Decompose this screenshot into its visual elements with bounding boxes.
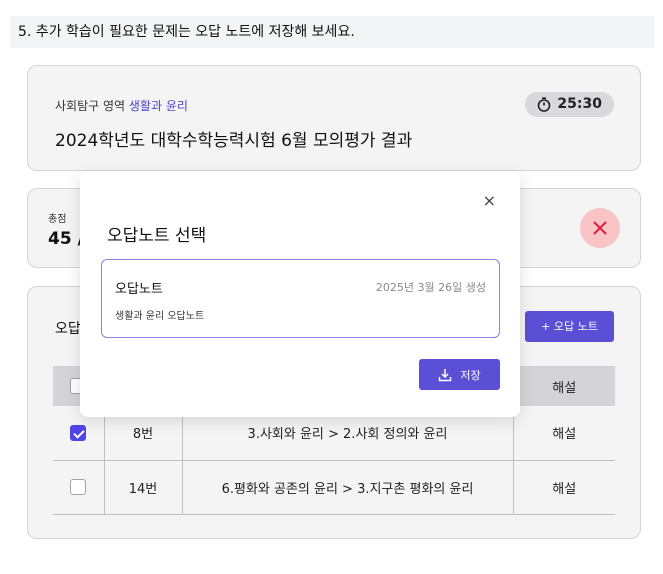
save-button[interactable]: 저장 (419, 359, 500, 390)
close-icon[interactable]: × (483, 191, 496, 210)
download-icon (439, 368, 452, 381)
subject-name: 생활과 윤리 (128, 99, 188, 113)
timer-value: 25:30 (557, 96, 602, 112)
note-select-modal: × 오답노트 선택 오답노트 2025년 3월 26일 생성 생활과 윤리 오답… (80, 171, 520, 417)
score-label: 총점 (48, 214, 67, 225)
subject-prefix: 사회탐구 영역 (55, 99, 126, 113)
timer-badge: 25:30 (525, 92, 614, 117)
row-checkbox[interactable] (70, 424, 87, 441)
x-icon (593, 221, 607, 235)
exam-title: 2024학년도 대학수학능력시험 6월 모의평가 결과 (55, 131, 413, 151)
incorrect-badge (580, 208, 620, 248)
note-created-date: 2025년 3월 26일 생성 (375, 281, 486, 294)
explanation-link[interactable]: 해설 (512, 406, 615, 461)
score-value: 45 / (48, 229, 84, 249)
table-row: 14번 6.평화와 공존의 윤리 > 3.지구촌 평화의 윤리 해설 (53, 460, 615, 515)
instruction-text: 5. 추가 학습이 필요한 문제는 오답 노트에 저장해 보세요. (10, 16, 655, 48)
modal-title: 오답노트 선택 (107, 226, 207, 246)
add-note-button[interactable]: + 오답 노트 (525, 311, 614, 342)
note-name: 오답노트 (115, 282, 163, 297)
subject-label: 사회탐구 영역 생활과 윤리 (55, 97, 188, 114)
row-checkbox[interactable] (70, 479, 87, 495)
header-explain: 해설 (512, 366, 615, 406)
question-unit: 6.평화와 공존의 윤리 > 3.지구촌 평화의 윤리 (181, 460, 513, 515)
wrong-answers-title: 오답 (55, 321, 81, 337)
note-description: 생활과 윤리 오답노트 (115, 311, 205, 322)
explanation-link[interactable]: 해설 (512, 460, 615, 515)
question-number: 14번 (103, 460, 182, 515)
exam-header-card: 사회탐구 영역 생활과 윤리 2024학년도 대학수학능력시험 6월 모의평가 … (27, 65, 641, 171)
note-option[interactable]: 오답노트 2025년 3월 26일 생성 생활과 윤리 오답노트 (101, 259, 500, 338)
row-checkbox-cell (53, 460, 104, 515)
save-label: 저장 (460, 368, 481, 382)
stopwatch-icon (538, 97, 551, 112)
